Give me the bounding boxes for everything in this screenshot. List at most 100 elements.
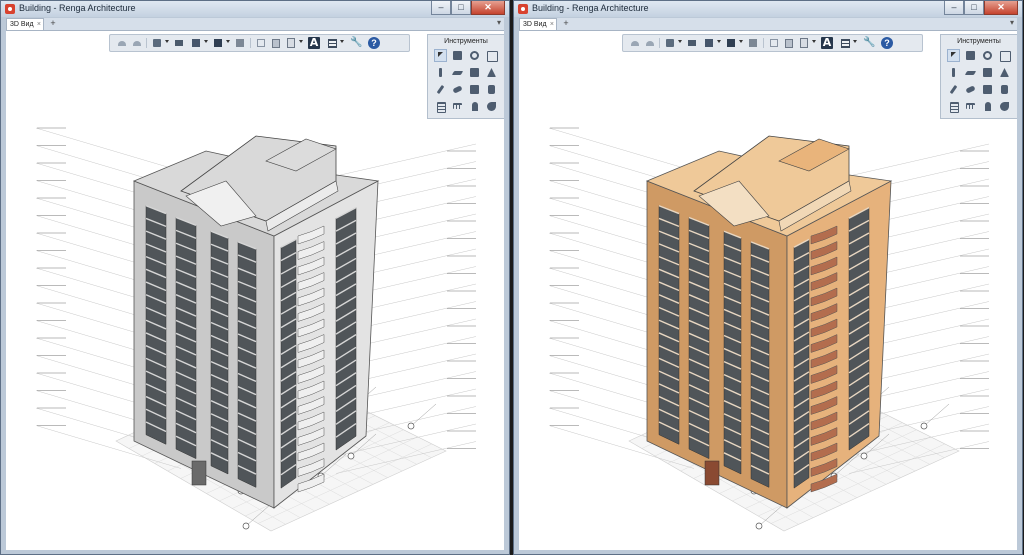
window-title: Building - Renga Architecture [19,3,136,13]
pencil-icon[interactable] [998,66,1011,79]
undo-icon[interactable] [629,37,641,49]
dropdown-arrow-icon[interactable] [812,40,816,43]
text-icon[interactable]: A [308,37,320,49]
open-folder-icon[interactable] [686,37,698,49]
help-icon[interactable]: ? [881,37,893,49]
tab-bar: 3D Вид × + ▾ [6,18,504,31]
axis-bubble [920,422,928,430]
room-icon[interactable] [998,100,1011,113]
beam-icon[interactable] [964,66,977,79]
room-icon[interactable] [485,100,498,113]
railing-icon[interactable] [434,100,447,113]
tab-list-dropdown[interactable]: ▾ [497,18,501,27]
maximize-button[interactable]: □ [964,1,984,15]
rotate-icon[interactable] [451,49,464,62]
tab-3d-view[interactable]: 3D Вид × [519,18,557,30]
close-button[interactable]: ✕ [471,1,505,15]
printer-icon[interactable] [234,37,246,49]
entrance-door [704,460,720,486]
add-tab-button[interactable]: + [48,18,58,29]
dropdown-arrow-icon[interactable] [853,40,857,43]
export-icon[interactable] [725,37,737,49]
staircase-icon[interactable] [998,83,1011,96]
3d-viewport[interactable]: A 🔧? Инструменты [519,31,1017,550]
text-icon[interactable]: A [821,37,833,49]
opening-icon[interactable] [981,100,994,113]
paste-icon[interactable] [798,37,810,49]
window-icon[interactable] [451,83,464,96]
settings-wrench-icon[interactable]: 🔧 [863,37,875,49]
wall-icon[interactable] [468,49,481,62]
help-icon[interactable]: ? [368,37,380,49]
open-folder-icon[interactable] [173,37,185,49]
redo-icon[interactable] [131,37,143,49]
dropdown-arrow-icon[interactable] [739,40,743,43]
dropdown-arrow-icon[interactable] [340,40,344,43]
view-cube-icon[interactable] [151,37,163,49]
level-line [335,143,477,177]
staircase-icon[interactable] [485,83,498,96]
export-icon[interactable] [212,37,224,49]
minimize-button[interactable]: – [944,1,964,15]
tab-close-icon[interactable]: × [37,19,41,30]
axis-line [923,403,950,427]
figure-icon[interactable] [964,100,977,113]
column-icon[interactable] [485,49,498,62]
printer-icon[interactable] [747,37,759,49]
dropdown-arrow-icon[interactable] [678,40,682,43]
axis-bubble [860,452,868,460]
dropdown-arrow-icon[interactable] [204,40,208,43]
table-icon[interactable] [326,37,338,49]
beam-icon[interactable] [451,66,464,79]
dropdown-arrow-icon[interactable] [299,40,303,43]
door-icon[interactable] [468,83,481,96]
select-arrow-icon[interactable] [947,49,960,62]
window-icon[interactable] [964,83,977,96]
roof-icon[interactable] [468,66,481,79]
settings-wrench-icon[interactable]: 🔧 [350,37,362,49]
wall-icon[interactable] [981,49,994,62]
dropdown-arrow-icon[interactable] [226,40,230,43]
tab-list-dropdown[interactable]: ▾ [1010,18,1014,27]
ramp-icon[interactable] [947,83,960,96]
rotate-icon[interactable] [964,49,977,62]
minimize-button[interactable]: – [431,1,451,15]
tab-3d-view[interactable]: 3D Вид × [6,18,44,30]
slab-icon[interactable] [434,66,447,79]
ramp-icon[interactable] [434,83,447,96]
dropdown-arrow-icon[interactable] [165,40,169,43]
maximize-button[interactable]: □ [451,1,471,15]
title-bar[interactable]: Building - Renga Architecture – □ ✕ [1,1,509,17]
toolbar-separator [659,38,660,48]
add-tab-button[interactable]: + [561,18,571,29]
toolbar-separator [763,38,764,48]
title-bar[interactable]: Building - Renga Architecture – □ ✕ [514,1,1022,17]
roof-icon[interactable] [981,66,994,79]
pencil-icon[interactable] [485,66,498,79]
renga-app-icon [518,4,528,14]
select-arrow-icon[interactable] [434,49,447,62]
3d-viewport[interactable]: A 🔧? Инструменты [6,31,504,550]
copy-icon[interactable] [783,37,795,49]
undo-icon[interactable] [116,37,128,49]
opening-icon[interactable] [468,100,481,113]
print-preview-icon[interactable] [190,37,202,49]
renga-app-icon [5,4,15,14]
dropdown-arrow-icon[interactable] [717,40,721,43]
column-icon[interactable] [998,49,1011,62]
print-preview-icon[interactable] [703,37,715,49]
close-button[interactable]: ✕ [984,1,1018,15]
door-icon[interactable] [981,83,994,96]
entrance-door [191,460,207,486]
figure-icon[interactable] [451,100,464,113]
tab-close-icon[interactable]: × [550,19,554,30]
cut-icon[interactable] [768,37,780,49]
railing-icon[interactable] [947,100,960,113]
view-cube-icon[interactable] [664,37,676,49]
table-icon[interactable] [839,37,851,49]
paste-icon[interactable] [285,37,297,49]
slab-icon[interactable] [947,66,960,79]
cut-icon[interactable] [255,37,267,49]
redo-icon[interactable] [644,37,656,49]
copy-icon[interactable] [270,37,282,49]
